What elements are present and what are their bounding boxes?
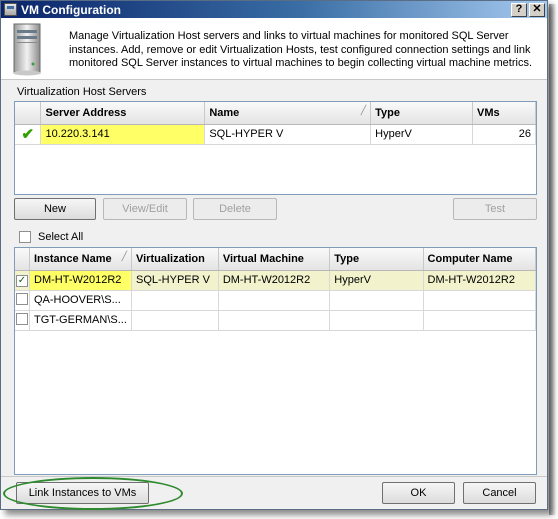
close-button[interactable]: ✕ bbox=[529, 2, 545, 17]
cell-virtualization[interactable] bbox=[131, 310, 219, 331]
window-icon bbox=[4, 3, 17, 16]
select-all-label: Select All bbox=[38, 231, 84, 243]
row-checkbox-cell[interactable] bbox=[15, 310, 30, 331]
cell-type[interactable] bbox=[329, 310, 424, 331]
sort-arrow-icon: ╱ bbox=[121, 251, 127, 261]
hosts-grid[interactable]: Server Address Name ╱ Type VMs ✔ 10.220.3… bbox=[14, 101, 537, 195]
instances-header-type[interactable]: Type bbox=[329, 248, 424, 271]
cell-type[interactable]: HyperV bbox=[329, 270, 424, 291]
ok-button[interactable]: OK bbox=[382, 482, 455, 504]
cell-instance-name[interactable]: TGT-GERMAN\S... bbox=[29, 310, 132, 331]
cell-type[interactable] bbox=[329, 290, 424, 311]
instances-header-computer-name[interactable]: Computer Name bbox=[423, 248, 537, 271]
hosts-status-header[interactable] bbox=[15, 102, 42, 125]
select-all-control[interactable]: Select All bbox=[19, 231, 83, 243]
cell-instance-name[interactable]: DM-HT-W2012R2 bbox=[29, 270, 132, 291]
cell-virtual-machine[interactable]: DM-HT-W2012R2 bbox=[218, 270, 331, 291]
new-button[interactable]: New bbox=[14, 198, 96, 220]
table-row[interactable]: TGT-GERMAN\S... bbox=[15, 310, 537, 331]
header-description: Manage Virtualization Host servers and l… bbox=[69, 30, 533, 69]
table-row[interactable]: ✓ DM-HT-W2012R2 SQL-HYPER V DM-HT-W2012R… bbox=[15, 270, 537, 291]
row-checkbox[interactable] bbox=[16, 292, 28, 305]
check-icon: ✔ bbox=[21, 126, 35, 143]
window-shadow bbox=[549, 4, 556, 515]
cell-computer-name[interactable]: DM-HT-W2012R2 bbox=[423, 270, 537, 291]
help-button[interactable]: ? bbox=[511, 2, 527, 17]
hosts-header-server-address[interactable]: Server Address bbox=[40, 102, 206, 125]
cell-name[interactable]: SQL-HYPER V bbox=[204, 124, 372, 145]
select-all-checkbox[interactable] bbox=[19, 231, 31, 243]
cell-virtualization[interactable] bbox=[131, 290, 219, 311]
cell-virtual-machine[interactable] bbox=[218, 290, 331, 311]
row-checkbox-cell[interactable]: ✓ bbox=[15, 270, 30, 291]
view-edit-button[interactable]: View/Edit bbox=[103, 198, 187, 220]
cell-server-address[interactable]: 10.220.3.141 bbox=[40, 124, 206, 145]
row-status: ✔ bbox=[15, 124, 42, 145]
vm-configuration-dialog: VM Configuration ? ✕ Manage Virtualizati… bbox=[0, 0, 548, 510]
instances-header-virtualization[interactable]: Virtualization bbox=[131, 248, 219, 271]
title-bar: VM Configuration ? ✕ bbox=[1, 1, 547, 18]
cell-virtualization[interactable]: SQL-HYPER V bbox=[131, 270, 219, 291]
link-instances-button[interactable]: Link Instances to VMs bbox=[16, 482, 149, 504]
cell-virtual-machine[interactable] bbox=[218, 310, 331, 331]
table-row[interactable]: ✔ 10.220.3.141 SQL-HYPER V HyperV 26 bbox=[15, 124, 536, 145]
server-icon bbox=[13, 23, 41, 76]
row-checkbox[interactable] bbox=[16, 312, 28, 325]
sort-arrow-icon: ╱ bbox=[360, 105, 367, 115]
cell-computer-name[interactable] bbox=[423, 290, 537, 311]
hosts-group-label: Virtualization Host Servers bbox=[17, 86, 147, 98]
delete-button[interactable]: Delete bbox=[193, 198, 277, 220]
table-row[interactable]: QA-HOOVER\S... bbox=[15, 290, 537, 311]
instances-header-instance-name[interactable]: Instance Name ╱ bbox=[29, 248, 132, 271]
cancel-button[interactable]: Cancel bbox=[463, 482, 536, 504]
row-checkbox-checked[interactable]: ✓ bbox=[16, 274, 28, 287]
cell-instance-name[interactable]: QA-HOOVER\S... bbox=[29, 290, 132, 311]
cell-type[interactable]: HyperV bbox=[370, 124, 474, 145]
dialog-header: Manage Virtualization Host servers and l… bbox=[1, 18, 547, 80]
cell-computer-name[interactable] bbox=[423, 310, 537, 331]
hosts-header-vms[interactable]: VMs bbox=[472, 102, 536, 125]
hosts-header-type[interactable]: Type bbox=[370, 102, 474, 125]
row-checkbox-cell[interactable] bbox=[15, 290, 30, 311]
test-button[interactable]: Test bbox=[453, 198, 537, 220]
hosts-header-name[interactable]: Name ╱ bbox=[204, 102, 372, 125]
instances-grid[interactable]: Instance Name ╱ Virtualization Virtual Ma… bbox=[14, 247, 537, 475]
instances-check-header[interactable] bbox=[15, 248, 30, 271]
window-title: VM Configuration bbox=[21, 2, 121, 17]
instances-header-virtual-machine[interactable]: Virtual Machine bbox=[218, 248, 331, 271]
cell-vms[interactable]: 26 bbox=[472, 124, 536, 145]
